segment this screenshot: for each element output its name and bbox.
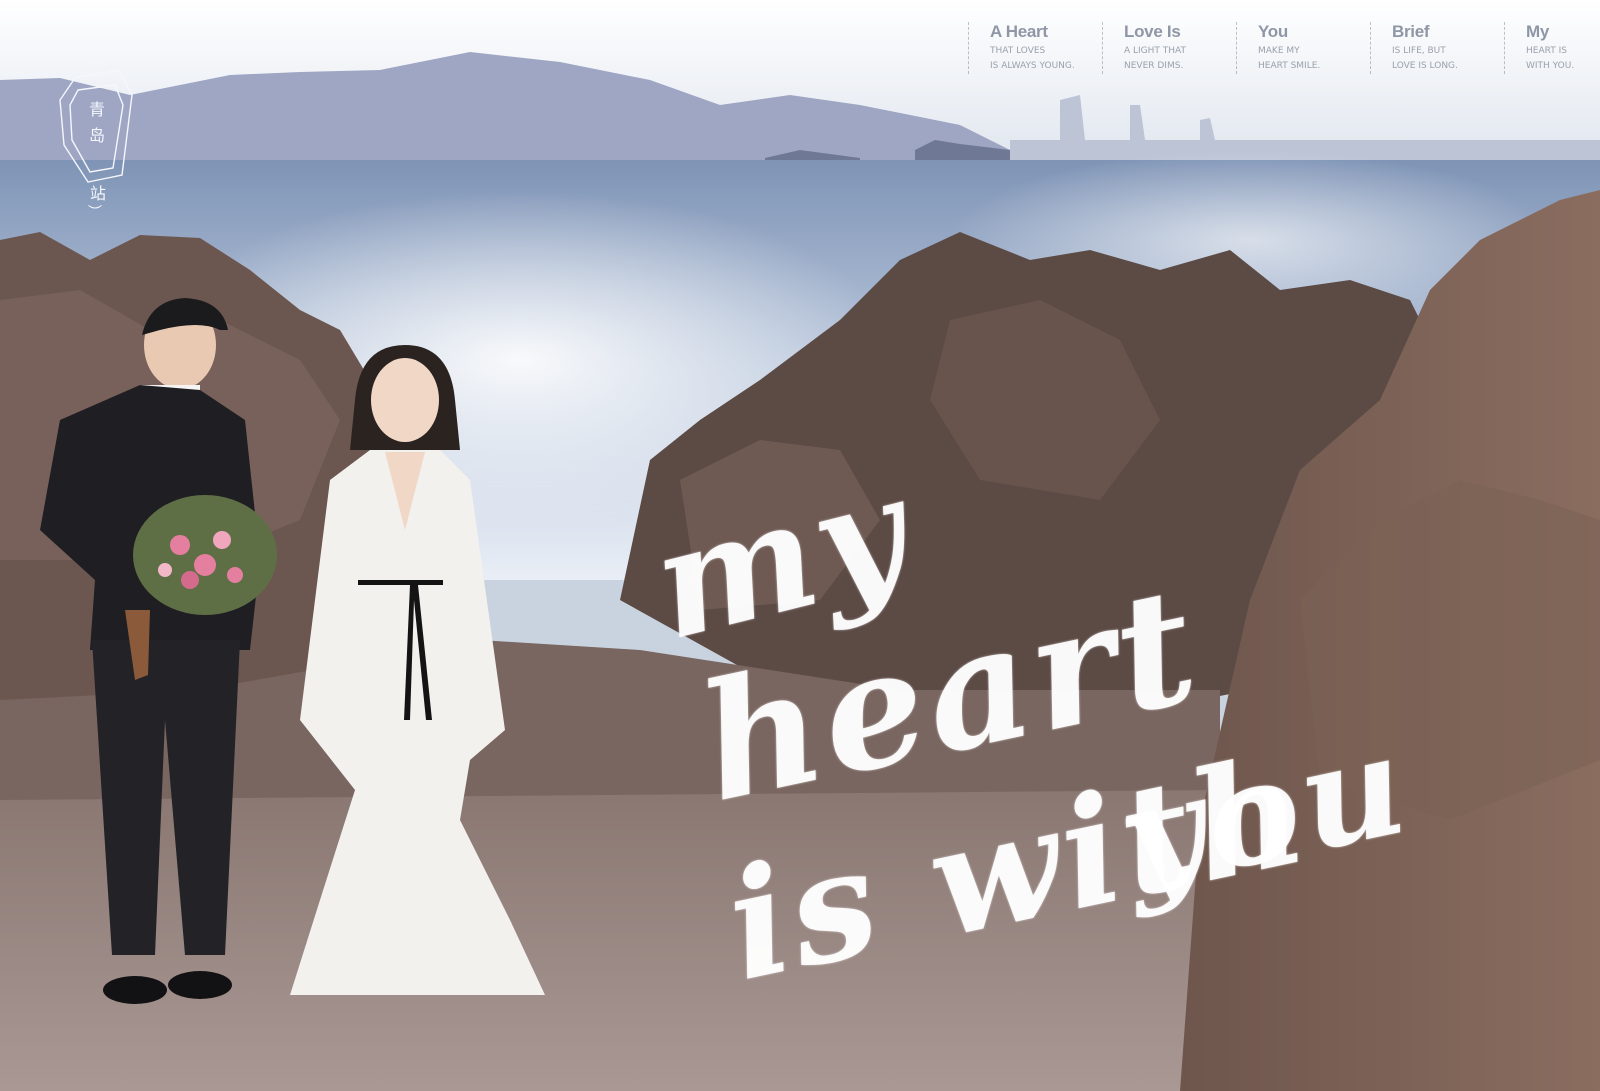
- badge-char-qing: 青: [89, 100, 106, 119]
- quote-brief: Brief IS LIFE, BUT LOVE IS LONG.: [1370, 22, 1504, 74]
- quote-my: My HEART IS WITH YOU.: [1504, 22, 1600, 74]
- quote-line: HEART IS: [1526, 46, 1567, 56]
- quote-line: THAT LOVES: [990, 46, 1046, 56]
- quote-a-heart: A Heart THAT LOVES IS ALWAYS YOUNG.: [968, 22, 1102, 74]
- quote-line: WITH YOU.: [1526, 61, 1575, 71]
- groom-left-shoe: [103, 976, 167, 1004]
- quote-columns: A Heart THAT LOVES IS ALWAYS YOUNG. Love…: [968, 22, 1600, 74]
- badge-bracket-open: ︵: [88, 53, 102, 69]
- quote-you: You MAKE MY HEART SMILE.: [1236, 22, 1370, 74]
- location-badge: ︵ 青 岛 站 ︶: [60, 50, 140, 230]
- quote-title: A Heart: [990, 22, 1048, 41]
- quote-line: NEVER DIMS.: [1124, 61, 1184, 71]
- quote-title: My: [1526, 22, 1550, 41]
- quote-title: Love Is: [1124, 22, 1181, 41]
- badge-char-dao: 岛: [89, 126, 106, 145]
- quote-line: MAKE MY: [1258, 46, 1300, 56]
- bride-face: [371, 358, 439, 442]
- quote-line: HEART SMILE.: [1258, 61, 1321, 71]
- quote-line: A LIGHT THAT: [1124, 46, 1187, 56]
- quote-line: LOVE IS LONG.: [1392, 61, 1458, 71]
- quote-title: You: [1258, 22, 1288, 41]
- badge-bracket-close: ︶: [88, 205, 102, 221]
- groom-right-shoe: [168, 971, 232, 999]
- quote-love-is: Love Is A LIGHT THAT NEVER DIMS.: [1102, 22, 1236, 74]
- bride-belt: [358, 580, 443, 585]
- quote-title: Brief: [1392, 22, 1430, 41]
- quote-line: IS ALWAYS YOUNG.: [990, 61, 1075, 71]
- quote-line: IS LIFE, BUT: [1392, 46, 1446, 56]
- badge-char-zhan: 站: [90, 184, 107, 203]
